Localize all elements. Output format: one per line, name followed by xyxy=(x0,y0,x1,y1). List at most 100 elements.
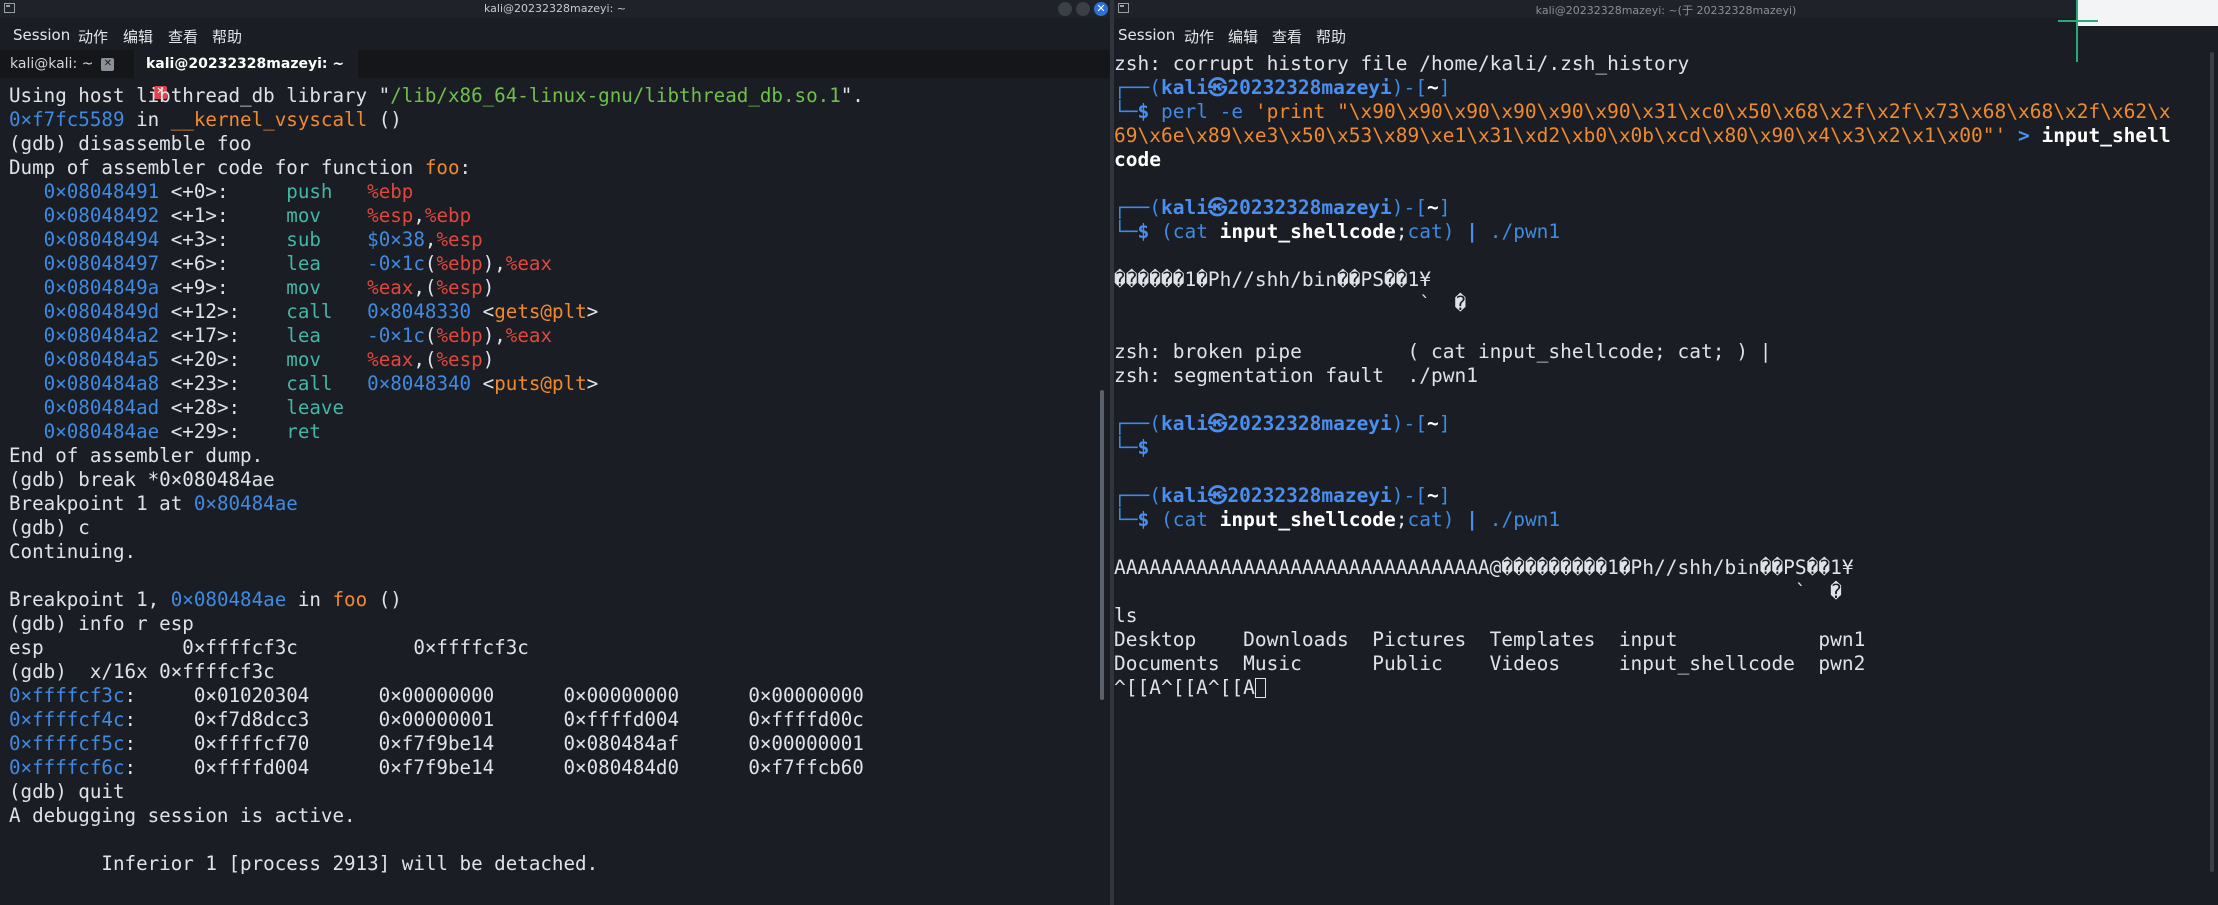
terminal-text: 0×080484a2 xyxy=(43,324,160,347)
terminal-line: Breakpoint 1, 0×080484ae in foo () xyxy=(9,588,864,612)
left-window-title: kali@20232328mazeyi: ~ xyxy=(483,2,626,15)
terminal-text: AAAAAAAAAAAAAAAAAAAAAAAAAAAAAAAA@�������… xyxy=(1114,556,1854,579)
left-terminal-window: kali@20232328mazeyi: ~ ✕ Session 动作 编辑 查… xyxy=(0,0,1110,905)
right-title-bar: kali@20232328mazeyi: ~(于 20232328mazeyi) xyxy=(1114,0,2218,18)
terminal-text: %esp xyxy=(436,276,483,299)
terminal-line: ┌──(kali㉿20232328mazeyi)-[~] xyxy=(1114,76,2171,100)
terminal-text: (gdb) info r esp xyxy=(9,612,194,635)
tab-kali-mazeyi[interactable]: kali@20232328mazeyi: ~✕ xyxy=(134,50,358,99)
terminal-text: ( xyxy=(424,324,437,347)
terminal-text: (cat xyxy=(1160,508,1220,531)
terminal-text: : 0×ffffd004 0×f7f9be14 0×080484d0 0×f7f… xyxy=(124,756,864,779)
terminal-line: 0×080484ad <+28>: leave xyxy=(9,396,864,420)
menu-edit[interactable]: 编辑 xyxy=(1228,26,1258,47)
terminal-text: %ebp xyxy=(367,180,414,203)
terminal-text: %esp xyxy=(436,348,483,371)
terminal-line: ┌──(kali㉿20232328mazeyi)-[~] xyxy=(1114,484,2171,508)
terminal-text: <+23>: xyxy=(159,372,287,395)
terminal-text: , xyxy=(424,228,437,251)
menu-help[interactable]: 帮助 xyxy=(1316,26,1346,47)
terminal-text: %esp xyxy=(436,228,483,251)
terminal-text: push xyxy=(286,180,333,203)
scrollbar[interactable] xyxy=(2210,52,2214,872)
terminal-line: 0×080484a5 <+20>: mov %eax,(%esp) xyxy=(9,348,864,372)
terminal-text: 0×08048491 xyxy=(43,180,160,203)
terminal-text: __kernel_vsyscall xyxy=(170,108,368,131)
terminal-line: Using host libthread_db library "/lib/x8… xyxy=(9,84,864,108)
terminal-output[interactable]: zsh: corrupt history file /home/kali/.zs… xyxy=(1114,52,2171,700)
terminal-line: ` � xyxy=(1114,292,2171,316)
terminal-output[interactable]: Using host libthread_db library "/lib/x8… xyxy=(9,84,864,876)
terminal-text: sub xyxy=(286,228,321,251)
terminal-text: ( xyxy=(424,252,437,275)
menu-actions[interactable]: 动作 xyxy=(78,26,108,47)
terminal-text: $ xyxy=(1137,508,1161,531)
terminal-line: 0×08048491 <+0>: push %ebp xyxy=(9,180,864,204)
tab-kali-kali[interactable]: kali@kali: ~ ✕ xyxy=(10,50,134,78)
terminal-text: %ebp xyxy=(436,324,483,347)
scrollbar[interactable] xyxy=(1100,390,1104,700)
terminal-line: 0×08048494 <+3>: sub $0×38,%esp xyxy=(9,228,864,252)
menu-help[interactable]: 帮助 xyxy=(212,26,242,47)
terminal-text: () xyxy=(367,108,402,131)
menu-session[interactable]: Session xyxy=(1118,26,1175,44)
terminal-text: : 0×01020304 0×00000000 0×00000000 0×000… xyxy=(124,684,864,707)
terminal-text: input_shellcode xyxy=(1219,508,1396,531)
terminal-text: foo xyxy=(424,156,460,179)
terminal-text: 0×08048492 xyxy=(43,204,160,227)
tab-close-icon[interactable]: ✕ xyxy=(101,57,115,71)
menu-session[interactable]: Session xyxy=(13,26,70,44)
terminal-text: lea xyxy=(286,252,321,275)
minimize-button[interactable] xyxy=(1058,2,1072,16)
terminal-text: <+29>: xyxy=(159,420,287,443)
terminal-line: 0×f7fc5589 in __kernel_vsyscall () xyxy=(9,108,864,132)
terminal-text: : xyxy=(459,156,472,179)
terminal-text: -0×1c xyxy=(367,324,425,347)
terminal-text: -0×1c xyxy=(367,252,425,275)
terminal-text: ^[[A^[[A^[[A xyxy=(1114,676,1255,699)
menu-actions[interactable]: 动作 xyxy=(1184,26,1214,47)
terminal-text: └─ xyxy=(1114,220,1138,243)
terminal-text: 0×08048497 xyxy=(43,252,160,275)
terminal-text: (gdb) c xyxy=(9,516,90,539)
menu-edit[interactable]: 编辑 xyxy=(123,26,153,47)
terminal-text: > xyxy=(586,300,599,323)
terminal-line: ^[[A^[[A^[[A xyxy=(1114,676,2171,700)
terminal-text: )-[ xyxy=(1391,196,1428,219)
terminal-text: ~ xyxy=(1427,412,1439,435)
terminal-text: 0×80484ae xyxy=(193,492,298,515)
menu-view[interactable]: 查看 xyxy=(1272,26,1302,47)
terminal-text: 0×08048494 xyxy=(43,228,160,251)
terminal-text: %ebp xyxy=(424,204,472,227)
terminal-text: <+9>: xyxy=(159,276,287,299)
terminal-text: ". xyxy=(840,84,864,107)
terminal-text: ~ xyxy=(1427,76,1439,99)
terminal-text: ┌──( xyxy=(1114,412,1161,435)
terminal-text: └─ xyxy=(1114,436,1138,459)
terminal-text: <+1>: xyxy=(159,204,287,227)
terminal-text: cat) xyxy=(1407,220,1467,243)
terminal-text: : 0×f7d8dcc3 0×00000001 0×ffffd004 0×fff… xyxy=(124,708,864,731)
terminal-text: in xyxy=(124,108,171,131)
terminal-line: End of assembler dump. xyxy=(9,444,864,468)
close-icon[interactable]: ✕ xyxy=(1094,2,1108,16)
terminal-text: ] xyxy=(1438,76,1451,99)
terminal-text: call xyxy=(286,372,333,395)
decor-line xyxy=(2058,20,2098,22)
terminal-line: Inferior 1 [process 2913] will be detach… xyxy=(9,852,864,876)
terminal-line: (gdb) c xyxy=(9,516,864,540)
text-cursor xyxy=(1254,678,1266,698)
terminal-text: gets@plt xyxy=(494,300,587,323)
menu-view[interactable]: 查看 xyxy=(168,26,198,47)
maximize-button[interactable] xyxy=(1076,2,1090,16)
